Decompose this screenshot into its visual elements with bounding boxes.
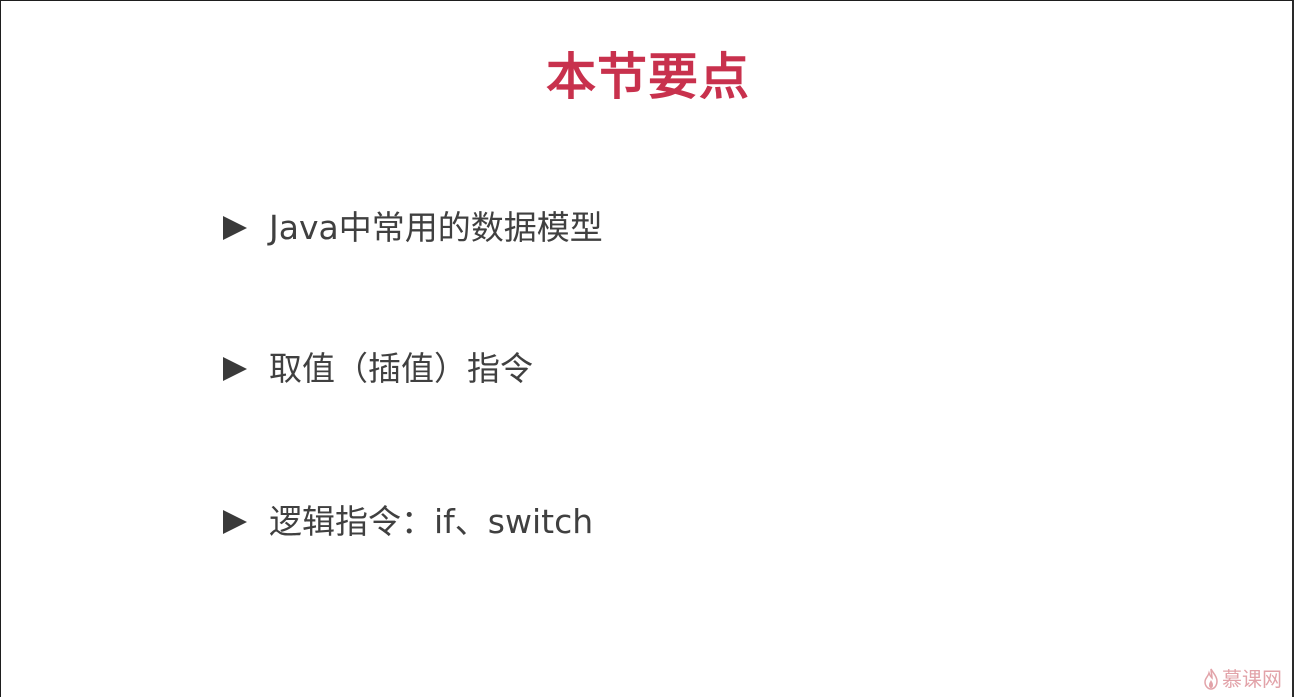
bullet-text: Java中常用的数据模型	[269, 208, 603, 247]
triangle-bullet-icon	[223, 357, 247, 381]
triangle-bullet-icon	[223, 216, 247, 240]
watermark-logo: 慕课网	[1203, 665, 1282, 693]
slide-frame: 本节要点 Java中常用的数据模型 取值（插值）指令 逻辑指令：if、switc…	[0, 0, 1294, 697]
triangle-bullet-icon	[223, 510, 247, 534]
slide-title: 本节要点	[546, 48, 750, 106]
watermark-text: 慕课网	[1222, 667, 1282, 691]
bullet-item: Java中常用的数据模型	[223, 203, 603, 253]
bullet-text: 逻辑指令：if、switch	[269, 502, 594, 541]
flame-icon	[1204, 668, 1218, 690]
bullet-text: 取值（插值）指令	[269, 349, 533, 388]
bullet-item: 逻辑指令：if、switch	[223, 497, 593, 547]
bullet-item: 取值（插值）指令	[223, 344, 533, 394]
